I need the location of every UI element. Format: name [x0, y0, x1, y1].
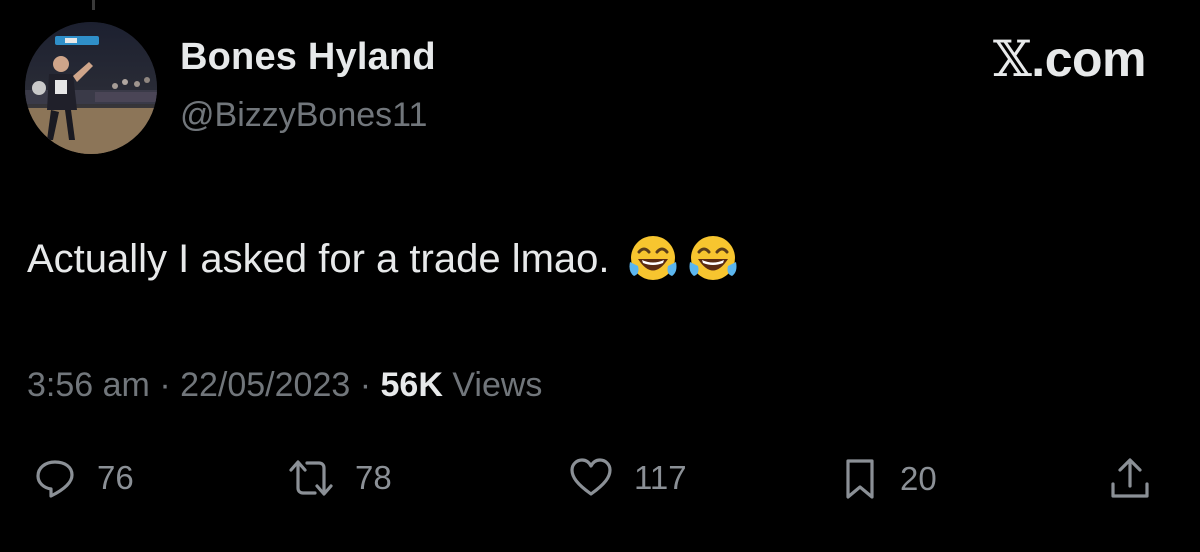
tweet-meta: 3:56 am · 22/05/2023 · 56K Views — [27, 366, 542, 405]
action-bar: 76 78 117 20 — [0, 456, 1200, 520]
share-button[interactable] — [1108, 456, 1152, 502]
brand-suffix: .com — [1031, 31, 1146, 87]
repost-count: 78 — [355, 459, 392, 496]
repost-button[interactable]: 78 — [287, 456, 392, 500]
author-handle[interactable]: @BizzyBones11 — [180, 96, 427, 135]
face-with-tears-of-joy-icon — [629, 236, 676, 280]
meta-separator: · — [159, 366, 171, 404]
tweet-date[interactable]: 22/05/2023 — [180, 366, 350, 404]
tweet-time[interactable]: 3:56 am — [27, 366, 150, 404]
meta-separator: · — [359, 366, 372, 404]
share-icon — [1111, 458, 1149, 498]
reply-count: 76 — [97, 459, 134, 496]
bookmark-count: 20 — [900, 460, 937, 497]
bookmark-icon — [846, 459, 874, 499]
x-logo-icon: 𝕏 — [993, 30, 1032, 88]
face-with-tears-of-joy-icon — [689, 236, 736, 280]
avatar-photo — [25, 22, 157, 154]
reply-button[interactable]: 76 — [33, 456, 134, 500]
repost-icon — [289, 460, 333, 496]
tweet-body: Actually I asked for a trade lmao. — [27, 232, 740, 286]
bookmark-button[interactable]: 20 — [840, 456, 937, 502]
avatar[interactable] — [25, 22, 157, 154]
heart-icon — [570, 458, 612, 496]
thread-connector — [92, 0, 95, 10]
author-display-name[interactable]: Bones Hyland — [180, 36, 436, 79]
x-brand-watermark: 𝕏.com — [993, 30, 1146, 88]
like-count: 117 — [634, 459, 687, 496]
reply-icon — [36, 460, 74, 498]
views-count: 56K — [380, 366, 443, 404]
views-label: Views — [452, 366, 543, 404]
like-button[interactable]: 117 — [568, 456, 687, 500]
tweet-text: Actually I asked for a trade lmao. — [27, 236, 610, 281]
